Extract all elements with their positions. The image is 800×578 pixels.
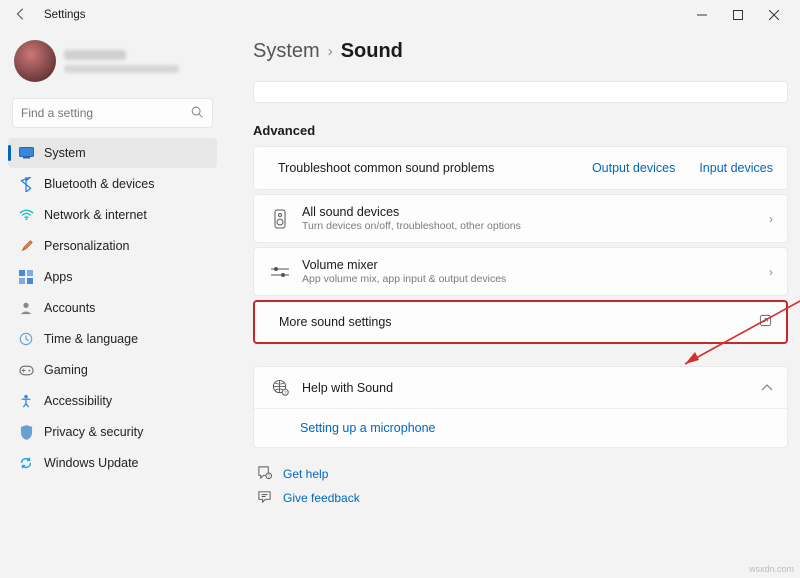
main-content: System › Sound Advanced Troubleshoot com… bbox=[225, 30, 800, 578]
sidebar-item-network[interactable]: Network & internet bbox=[8, 200, 217, 230]
footer-links: ? Get help Give feedback bbox=[253, 462, 788, 510]
help-header[interactable]: ? Help with Sound bbox=[254, 367, 787, 408]
nav-label: System bbox=[44, 146, 86, 160]
chevron-up-icon bbox=[761, 381, 773, 395]
sidebar-item-accounts[interactable]: Accounts bbox=[8, 293, 217, 323]
chevron-right-icon: › bbox=[769, 212, 773, 226]
accounts-icon bbox=[18, 300, 34, 316]
help-icon: ? bbox=[257, 465, 273, 483]
sidebar-item-accessibility[interactable]: Accessibility bbox=[8, 386, 217, 416]
user-email-blur bbox=[64, 65, 179, 73]
mixer-icon bbox=[268, 265, 292, 279]
chevron-right-icon: › bbox=[328, 43, 333, 60]
sidebar-item-update[interactable]: Windows Update bbox=[8, 448, 217, 478]
search-input[interactable] bbox=[21, 106, 190, 120]
watermark: wsxdn.com bbox=[749, 564, 794, 574]
globe-help-icon: ? bbox=[268, 379, 292, 396]
chevron-right-icon: › bbox=[769, 265, 773, 279]
card-title: More sound settings bbox=[279, 315, 759, 329]
card-sub: App volume mix, app input & output devic… bbox=[302, 273, 769, 285]
titlebar: Settings bbox=[0, 0, 800, 30]
avatar bbox=[14, 40, 56, 82]
gaming-icon bbox=[18, 362, 34, 378]
wifi-icon bbox=[18, 207, 34, 223]
card-help-with-sound: ? Help with Sound Setting up a microphon… bbox=[253, 366, 788, 448]
nav-label: Accessibility bbox=[44, 394, 112, 408]
nav-label: Bluetooth & devices bbox=[44, 177, 155, 191]
advanced-heading: Advanced bbox=[253, 123, 788, 138]
sidebar-item-time[interactable]: Time & language bbox=[8, 324, 217, 354]
link-output-devices[interactable]: Output devices bbox=[592, 161, 675, 175]
nav-label: Gaming bbox=[44, 363, 88, 377]
card-sub: Turn devices on/off, troubleshoot, other… bbox=[302, 220, 769, 232]
card-fragment bbox=[253, 81, 788, 103]
nav-label: Network & internet bbox=[44, 208, 147, 222]
nav-label: Privacy & security bbox=[44, 425, 143, 439]
system-icon bbox=[18, 145, 34, 161]
link-input-devices[interactable]: Input devices bbox=[699, 161, 773, 175]
sidebar: System Bluetooth & devices Network & int… bbox=[0, 30, 225, 578]
user-profile[interactable] bbox=[8, 36, 217, 96]
svg-text:?: ? bbox=[283, 390, 286, 396]
update-icon bbox=[18, 455, 34, 471]
search-box[interactable] bbox=[12, 98, 213, 128]
apps-icon bbox=[18, 269, 34, 285]
clock-icon bbox=[18, 331, 34, 347]
breadcrumb-category[interactable]: System bbox=[253, 40, 320, 63]
link-give-feedback[interactable]: Give feedback bbox=[283, 491, 360, 505]
sidebar-item-apps[interactable]: Apps bbox=[8, 262, 217, 292]
card-title: Help with Sound bbox=[302, 381, 761, 395]
card-title: All sound devices bbox=[302, 205, 769, 219]
maximize-button[interactable] bbox=[720, 1, 756, 29]
user-name-blur bbox=[64, 50, 126, 60]
shield-icon bbox=[18, 424, 34, 440]
sidebar-item-gaming[interactable]: Gaming bbox=[8, 355, 217, 385]
nav-list: System Bluetooth & devices Network & int… bbox=[8, 138, 217, 478]
minimize-button[interactable] bbox=[684, 1, 720, 29]
nav-label: Accounts bbox=[44, 301, 95, 315]
speaker-icon bbox=[268, 209, 292, 229]
nav-label: Time & language bbox=[44, 332, 138, 346]
nav-label: Windows Update bbox=[44, 456, 139, 470]
link-get-help[interactable]: Get help bbox=[283, 467, 328, 481]
nav-label: Apps bbox=[44, 270, 73, 284]
feedback-icon bbox=[257, 489, 273, 507]
card-troubleshoot: Troubleshoot common sound problems Outpu… bbox=[253, 146, 788, 190]
card-all-sound-devices[interactable]: All sound devices Turn devices on/off, t… bbox=[253, 194, 788, 243]
bluetooth-icon bbox=[18, 176, 34, 192]
search-icon bbox=[190, 105, 204, 122]
back-button[interactable] bbox=[14, 7, 34, 24]
window-title: Settings bbox=[44, 9, 86, 21]
sidebar-item-system[interactable]: System bbox=[8, 138, 217, 168]
sidebar-item-personalization[interactable]: Personalization bbox=[8, 231, 217, 261]
open-external-icon bbox=[759, 314, 772, 330]
nav-label: Personalization bbox=[44, 239, 129, 253]
card-more-sound-settings[interactable]: More sound settings bbox=[253, 300, 788, 344]
sidebar-item-privacy[interactable]: Privacy & security bbox=[8, 417, 217, 447]
page-title: Sound bbox=[341, 40, 403, 63]
accessibility-icon bbox=[18, 393, 34, 409]
sidebar-item-bluetooth[interactable]: Bluetooth & devices bbox=[8, 169, 217, 199]
card-title: Volume mixer bbox=[302, 258, 769, 272]
link-setup-microphone[interactable]: Setting up a microphone bbox=[300, 421, 436, 435]
card-volume-mixer[interactable]: Volume mixer App volume mix, app input &… bbox=[253, 247, 788, 296]
close-button[interactable] bbox=[756, 1, 792, 29]
troubleshoot-label: Troubleshoot common sound problems bbox=[278, 161, 592, 175]
breadcrumb: System › Sound bbox=[253, 40, 788, 63]
brush-icon bbox=[18, 238, 34, 254]
